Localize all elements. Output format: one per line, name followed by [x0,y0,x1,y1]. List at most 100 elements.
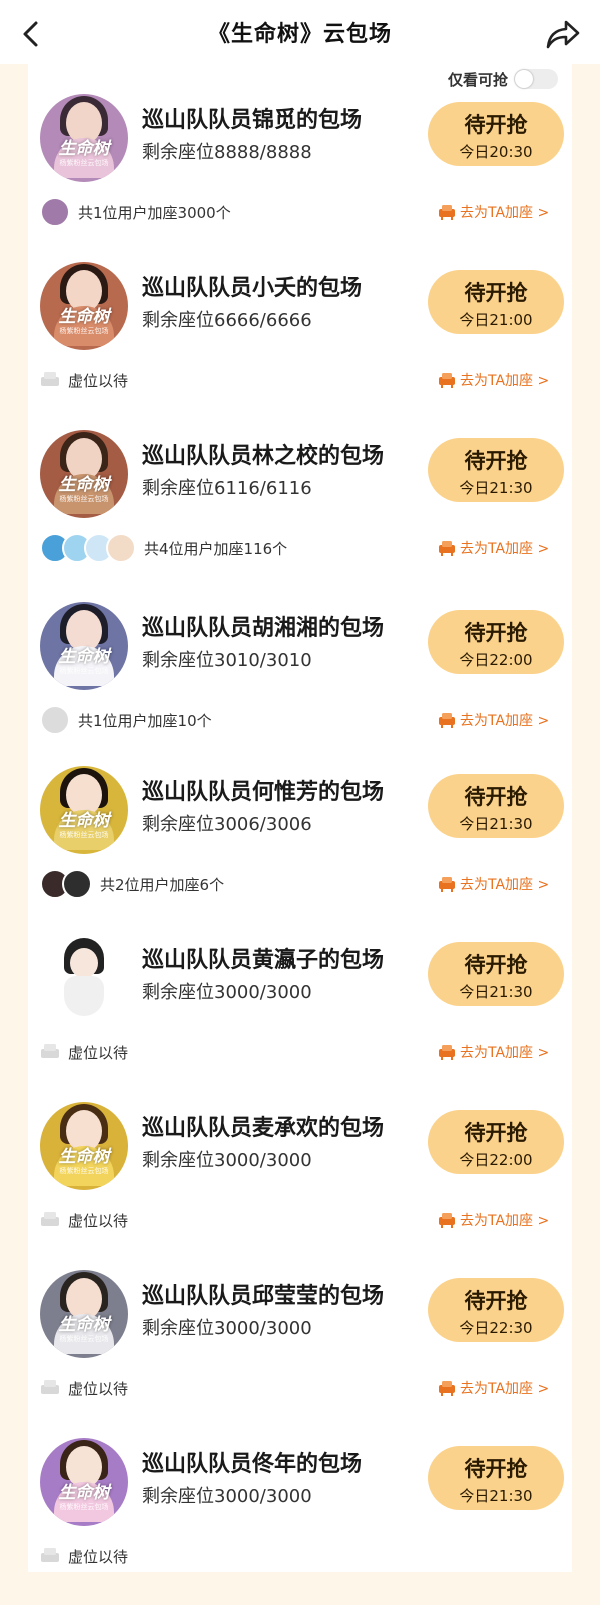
share-icon[interactable] [544,16,582,52]
sofa-icon [439,713,455,728]
sofa-icon [439,541,455,556]
grab-button-time: 今日21:30 [459,815,533,833]
avatar-logo-sub: 杨紫粉丝云包场 [59,159,109,167]
supporters-text: 虚位以待 [68,371,129,390]
avatar: 生命树 杨紫粉丝云包场 [40,766,128,854]
item-seats: 剩余座位3000/3000 [142,982,312,1003]
avatar-face [70,948,98,978]
grab-button-label: 待开抢 [464,113,528,137]
supporter-avatar [62,869,92,899]
grab-button-time: 今日20:30 [459,143,533,161]
top-bar: 《生命树》云包场 [0,0,600,64]
grab-button[interactable]: 待开抢 今日21:30 [428,942,564,1006]
grab-button-time: 今日21:30 [459,1487,533,1505]
empty-seat-icon [41,1380,59,1394]
supporters-text: 虚位以待 [68,1211,129,1230]
avatar: 生命树 杨紫粉丝云包场 [40,430,128,518]
avatar-logo-sub: 杨紫粉丝云包场 [59,1503,109,1511]
grab-button[interactable]: 待开抢 今日22:00 [428,1110,564,1174]
grab-button[interactable]: 待开抢 今日21:30 [428,1446,564,1510]
add-seat-link[interactable]: 去为TA加座 > [438,368,549,392]
item-title: 巡山队队员小夭的包场 [142,276,363,301]
grab-button[interactable]: 待开抢 今日22:00 [428,610,564,674]
item-title: 巡山队队员胡湘湘的包场 [142,616,385,641]
item-seats: 剩余座位3010/3010 [142,650,312,671]
supporters-text: 虚位以待 [68,1547,129,1566]
avatar-logo-text: 生命树 [58,307,110,327]
grab-button-time: 今日21:30 [459,983,533,1001]
grab-button-label: 待开抢 [464,1457,528,1481]
grab-button[interactable]: 待开抢 今日22:30 [428,1278,564,1342]
avatar-logo-text: 生命树 [58,475,110,495]
sofa-icon [439,1381,455,1396]
avatar: 生命树 杨紫粉丝云包场 [40,1438,128,1526]
list-item: 生命树 杨紫粉丝云包场 巡山队队员何惟芳的包场 剩余座位3006/3006 待开… [0,766,600,933]
supporters-text: 虚位以待 [68,1379,129,1398]
empty-seat-icon [41,1548,59,1562]
add-seat-link[interactable]: 去为TA加座 > [438,1376,549,1400]
add-seat-label: 去为TA加座 > [460,877,550,893]
supporters-text: 共1位用户加座3000个 [78,203,231,222]
grab-button[interactable]: 待开抢 今日21:00 [428,270,564,334]
supporters-text: 虚位以待 [68,1043,129,1062]
available-only-toggle[interactable] [514,69,558,89]
item-title: 巡山队队员佟年的包场 [142,1452,363,1477]
grab-button[interactable]: 待开抢 今日21:30 [428,438,564,502]
add-seat-link[interactable]: 去为TA加座 > [438,1208,549,1232]
grab-button-label: 待开抢 [464,621,528,645]
grab-button-label: 待开抢 [464,953,528,977]
add-seat-link[interactable]: 去为TA加座 > [438,708,549,732]
avatar-logo-text: 生命树 [58,139,110,159]
grab-button[interactable]: 待开抢 今日20:30 [428,102,564,166]
page-title: 《生命树》云包场 [207,22,392,47]
add-seat-label: 去为TA加座 > [460,205,550,221]
supporters-row: 虚位以待 [40,1206,128,1234]
item-title: 巡山队队员黄瀛子的包场 [142,948,385,973]
list-item: 生命树 杨紫粉丝云包场 巡山队队员佟年的包场 剩余座位3000/3000 待开抢… [0,1438,600,1605]
filter-row: 仅看可抢 [448,68,558,90]
add-seat-link[interactable]: 去为TA加座 > [438,200,549,224]
grab-button-label: 待开抢 [464,449,528,473]
item-seats: 剩余座位6116/6116 [142,478,312,499]
item-seats: 剩余座位3000/3000 [142,1150,312,1171]
supporters-row: 共4位用户加座116个 [40,533,287,563]
avatar: 生命树 杨紫粉丝云包场 [40,1102,128,1190]
avatar-logo-text: 生命树 [58,1483,110,1503]
grab-button-time: 今日21:30 [459,479,533,497]
item-title: 巡山队队员锦觅的包场 [142,108,363,133]
list-item: 生命树 杨紫粉丝云包场 巡山队队员麦承欢的包场 剩余座位3000/3000 待开… [0,1102,600,1269]
add-seat-link[interactable]: 去为TA加座 > [438,872,549,896]
filter-label: 仅看可抢 [447,70,508,89]
grab-button-label: 待开抢 [464,1121,528,1145]
supporters-row: 虚位以待 [40,366,128,394]
sofa-icon [439,373,455,388]
empty-seat-icon [41,1212,59,1226]
avatar-body [64,976,104,1016]
sofa-icon [439,1045,455,1060]
list-item: 巡山队队员黄瀛子的包场 剩余座位3000/3000 待开抢 今日21:30 虚位… [0,934,600,1101]
avatar: 生命树 杨紫粉丝云包场 [40,602,128,690]
supporters-row: 共1位用户加座10个 [40,705,212,735]
add-seat-link[interactable]: 去为TA加座 > [438,536,549,560]
list-item: 生命树 杨紫粉丝云包场 巡山队队员林之校的包场 剩余座位6116/6116 待开… [0,430,600,597]
avatar-logo-sub: 杨紫粉丝云包场 [59,1335,109,1343]
add-seat-label: 去为TA加座 > [460,713,550,729]
item-seats: 剩余座位3006/3006 [142,814,312,835]
avatar-logo-text: 生命树 [58,1147,110,1167]
add-seat-label: 去为TA加座 > [460,1045,550,1061]
empty-seat-icon [41,1044,59,1058]
avatar: 生命树 杨紫粉丝云包场 [40,262,128,350]
supporters-text: 共2位用户加座6个 [100,875,225,894]
grab-button[interactable]: 待开抢 今日21:30 [428,774,564,838]
avatar: 生命树 杨紫粉丝云包场 [40,1270,128,1358]
supporter-avatar [40,705,70,735]
avatar-logo-sub: 杨紫粉丝云包场 [59,327,109,335]
item-seats: 剩余座位3000/3000 [142,1486,312,1507]
avatar-logo-text: 生命树 [58,1315,110,1335]
item-title: 巡山队队员麦承欢的包场 [142,1116,385,1141]
grab-button-label: 待开抢 [464,1289,528,1313]
add-seat-link[interactable]: 去为TA加座 > [438,1040,549,1064]
list-item: 生命树 杨紫粉丝云包场 巡山队队员锦觅的包场 剩余座位8888/8888 待开抢… [0,94,600,261]
supporters-row: 共2位用户加座6个 [40,869,225,899]
grab-button-label: 待开抢 [464,281,528,305]
